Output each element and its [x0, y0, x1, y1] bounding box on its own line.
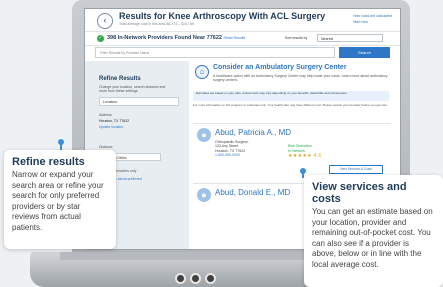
view-services-button[interactable]: View Services & Costs	[329, 165, 383, 174]
address-label: Address	[99, 113, 112, 117]
update-location-link[interactable]: Update location	[99, 125, 123, 129]
sort-select[interactable]: Nearest	[317, 34, 383, 42]
promo-title[interactable]: Consider an Ambulatory Surgery Center	[213, 64, 347, 71]
refine-results-callout: Refine results Narrow or expand your sea…	[4, 150, 116, 249]
port-icon	[175, 273, 186, 284]
callout-body: Narrow or expand your search area or ref…	[12, 170, 104, 232]
callout-dot	[58, 139, 64, 145]
back-icon[interactable]: ‹	[97, 13, 113, 29]
callout-title: View services and costs	[312, 181, 407, 205]
provider-search-input[interactable]: Filter Results by Provider Name	[95, 47, 335, 58]
provider-name[interactable]: Abud, Donald E., MD	[215, 188, 290, 197]
avatar-icon: ●	[197, 128, 211, 142]
provider-phone[interactable]: 1-800-000-0000	[215, 153, 248, 157]
search-button[interactable]: Search	[339, 47, 390, 58]
provider-card: ● Abud, Patricia A., MD Orthopaedic Surg…	[193, 123, 391, 180]
view-services-callout: View services and costs You can get an e…	[304, 175, 443, 287]
sidebar-title: Refine Results	[99, 76, 141, 82]
notice-banner: Estimates are based on your plan. Actual…	[193, 91, 389, 101]
callout-body: You can get an estimate based on your lo…	[312, 207, 433, 269]
building-icon: ⌂	[195, 65, 209, 79]
results-found-text: 398 In-Network Providers Found Near 7762…	[107, 35, 222, 41]
distance-label: Distance	[99, 145, 113, 149]
callout-title: Refine results	[12, 156, 85, 168]
port-icon	[205, 273, 216, 284]
promo-description: A healthcare option with an Ambulatory S…	[213, 74, 388, 82]
port-icon	[190, 273, 201, 284]
info-text: For more information on this program or …	[193, 103, 388, 107]
location-toggle[interactable]: Location	[99, 97, 179, 106]
callout-dot	[300, 168, 306, 174]
address-value: Houston, TX 77622	[99, 119, 130, 123]
reset-results-link[interactable]: Reset Results	[223, 36, 245, 40]
page-subtitle: Total average cost in this area $6,374 –…	[119, 22, 194, 26]
star-rating: ★★★★★ 4.6	[288, 153, 322, 159]
page-title: Results for Knee Arthroscopy With ACL Su…	[119, 11, 326, 21]
provider-name[interactable]: Abud, Patricia A., MD	[215, 128, 291, 137]
results-count: 398 In-Network Providers Found Near 7762…	[107, 35, 245, 41]
start-new-link[interactable]: Start new	[353, 19, 392, 25]
avatar-icon: ●	[197, 188, 211, 202]
provider-details: Orthopaedic Surgeon 123 Any Street Houst…	[215, 140, 248, 158]
results-bar: ✓ 398 In-Network Providers Found Near 77…	[85, 32, 400, 46]
search-row: Filter Results by Provider Name Search	[95, 47, 390, 58]
sidebar-subtitle: Change your location, search distance an…	[99, 85, 166, 93]
header-links: How costs are calculated Start new	[353, 13, 392, 25]
check-icon: ✓	[97, 35, 104, 42]
sort-label: Sort results by	[285, 36, 308, 40]
asc-promo: ⌂ Consider an Ambulatory Surgery Center …	[193, 61, 391, 87]
page-header: ‹ Results for Knee Arthroscopy With ACL …	[85, 9, 400, 32]
provider-badges: Blue Distinction In-Network ★★★★★ 4.6	[288, 144, 321, 159]
